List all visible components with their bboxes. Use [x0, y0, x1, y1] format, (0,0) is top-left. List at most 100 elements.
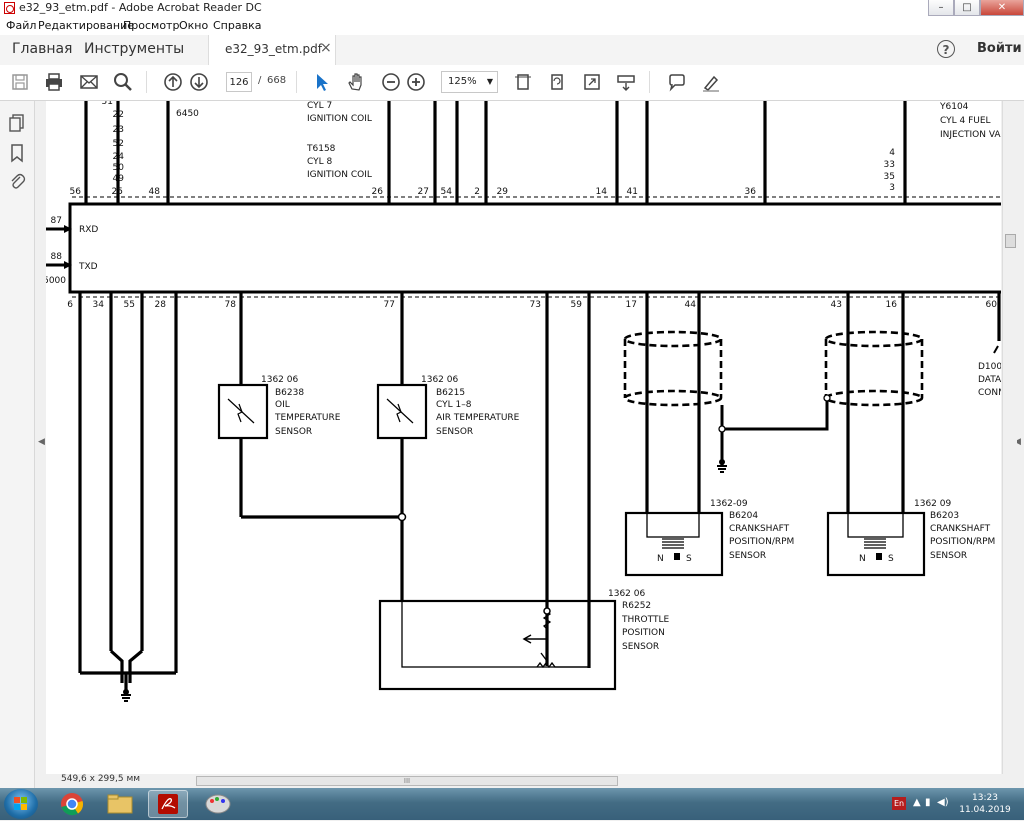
throttle-sensor-label: SENSOR	[622, 642, 659, 652]
crank-sensor-1-label: CRANKSHAFT	[729, 524, 790, 534]
connector-label: 41	[627, 187, 638, 197]
connector-label: 48	[149, 187, 161, 197]
show-hidden-icons-icon[interactable]: ▲	[913, 797, 921, 808]
start-button[interactable]	[4, 789, 38, 819]
crank-sensor-2-label: POSITION/RPM	[930, 537, 995, 547]
oil-sensor-label: SENSOR	[275, 427, 312, 437]
pin-label: 23	[113, 125, 124, 135]
connector-label: 36	[745, 187, 757, 197]
connector-label: 77	[384, 300, 395, 310]
pin-label: 33	[884, 160, 895, 170]
cyl8-label: T6158	[306, 144, 336, 154]
vertical-scrollbar[interactable]	[1002, 101, 1017, 774]
document-tab-label: e32_93_etm.pdf	[225, 42, 322, 56]
crank-sensor-1-label: B6204	[729, 511, 758, 521]
explorer-taskbar-icon[interactable]	[100, 790, 140, 818]
toolbar-divider	[649, 71, 650, 93]
main-toolbar: 126 / 668 125% ▼	[0, 65, 1024, 101]
comment-icon[interactable]	[666, 71, 688, 93]
zoom-in-icon[interactable]	[405, 71, 427, 93]
menu-help[interactable]: Справка	[213, 19, 261, 32]
connector-label: 54	[441, 187, 453, 197]
email-icon[interactable]	[78, 71, 100, 93]
zoom-out-icon[interactable]	[380, 71, 402, 93]
pin-label: 35	[884, 172, 895, 182]
menu-file[interactable]: Файл	[6, 19, 36, 32]
help-icon[interactable]: ?	[937, 40, 955, 58]
toolbar-divider	[146, 71, 147, 93]
language-indicator[interactable]: En	[892, 797, 906, 810]
txd-label: TXD	[78, 262, 98, 272]
air-sensor-label: B6215	[436, 388, 465, 398]
connector-label: 56	[70, 187, 82, 197]
data-connector-label: D100	[978, 362, 1001, 372]
close-window-button[interactable]: ✕	[980, 0, 1024, 16]
s-pole-label: S	[686, 554, 692, 564]
vertical-scroll-thumb[interactable]	[1005, 234, 1016, 248]
login-button[interactable]: Войти	[977, 41, 1022, 56]
menu-edit[interactable]: Редактирование	[38, 19, 134, 32]
search-icon[interactable]	[112, 71, 134, 93]
attachments-icon[interactable]	[8, 171, 26, 191]
previous-page-icon[interactable]	[162, 71, 184, 93]
pin-label: 51	[102, 101, 113, 107]
scroll-mode-icon[interactable]	[615, 71, 637, 93]
tab-tools[interactable]: Инструменты	[84, 41, 184, 57]
air-sensor-label: SENSOR	[436, 427, 473, 437]
horizontal-scroll-thumb[interactable]: III	[196, 776, 618, 786]
zoom-dropdown[interactable]: 125% ▼	[441, 71, 498, 93]
tab-home[interactable]: Главная	[12, 41, 72, 57]
cyl7-label: IGNITION COIL	[307, 114, 372, 124]
page-total: 668	[267, 75, 287, 86]
minimize-button[interactable]: –	[928, 0, 954, 16]
wiring-diagram: 51 22 23 52 24 50 49 6450 CYL 7 IGNITION…	[46, 101, 1001, 702]
collapse-left-pane-icon[interactable]: ◀	[38, 437, 45, 447]
n-pole-label: N	[657, 554, 664, 564]
close-tab-icon[interactable]: ×	[320, 40, 332, 56]
bookmarks-icon[interactable]	[8, 143, 26, 163]
oil-sensor-label: B6238	[275, 388, 304, 398]
connector-label: 28	[155, 300, 167, 310]
connector-label: 14	[596, 187, 608, 197]
status-bar: 549,6 x 299,5 мм III	[46, 774, 1016, 788]
page-number-input[interactable]: 126	[226, 72, 252, 92]
rotate-icon[interactable]	[546, 71, 568, 93]
menu-window[interactable]: Окно	[179, 19, 208, 32]
acrobat-taskbar-icon[interactable]	[148, 790, 188, 818]
page-thumbnails-icon[interactable]	[8, 113, 26, 133]
windows-taskbar: En ▲ ▮ ◀) 13:23 11.04.2019	[0, 788, 1024, 820]
cyl8-label: IGNITION COIL	[307, 170, 372, 180]
menu-view[interactable]: Просмотр	[123, 19, 179, 32]
full-screen-icon[interactable]	[581, 71, 603, 93]
system-clock[interactable]: 13:23 11.04.2019	[954, 792, 1016, 816]
select-cursor-icon[interactable]	[311, 71, 333, 93]
pin-label: 88	[51, 252, 63, 262]
pin-label: 5000	[46, 276, 66, 286]
throttle-sensor-label: THROTTLE	[621, 615, 669, 625]
oil-sensor-label: TEMPERATURE	[274, 413, 341, 423]
crank-sensor-2-label: 1362 09	[914, 499, 951, 509]
crank-sensor-1-label: POSITION/RPM	[729, 537, 794, 547]
connector-label: 73	[530, 300, 541, 310]
tab-document[interactable]: e32_93_etm.pdf ×	[208, 35, 336, 65]
injector-label: Y6104	[939, 102, 969, 112]
save-icon[interactable]	[9, 71, 31, 93]
window-title: e32_93_etm.pdf - Adobe Acrobat Reader DC	[19, 1, 262, 14]
crank-sensor-1-label: 1362-09	[710, 499, 748, 509]
windows-flag-icon	[14, 797, 27, 810]
next-page-icon[interactable]	[188, 71, 210, 93]
print-icon[interactable]	[43, 71, 65, 93]
fit-page-icon[interactable]	[512, 71, 534, 93]
volume-icon[interactable]: ◀)	[937, 797, 949, 808]
paint-taskbar-icon[interactable]	[198, 790, 238, 818]
document-page[interactable]: 51 22 23 52 24 50 49 6450 CYL 7 IGNITION…	[46, 101, 1001, 774]
n-pole-label: N	[859, 554, 866, 564]
maximize-button[interactable]: □	[954, 0, 980, 16]
hand-tool-icon[interactable]	[345, 71, 367, 93]
chrome-taskbar-icon[interactable]	[52, 790, 92, 818]
s-pole-label: S	[888, 554, 894, 564]
network-icon[interactable]: ▮	[925, 797, 931, 808]
connector-label: 29	[497, 187, 509, 197]
crankshaft-sensor-1-box	[624, 511, 724, 577]
highlight-pen-icon[interactable]	[700, 71, 722, 93]
